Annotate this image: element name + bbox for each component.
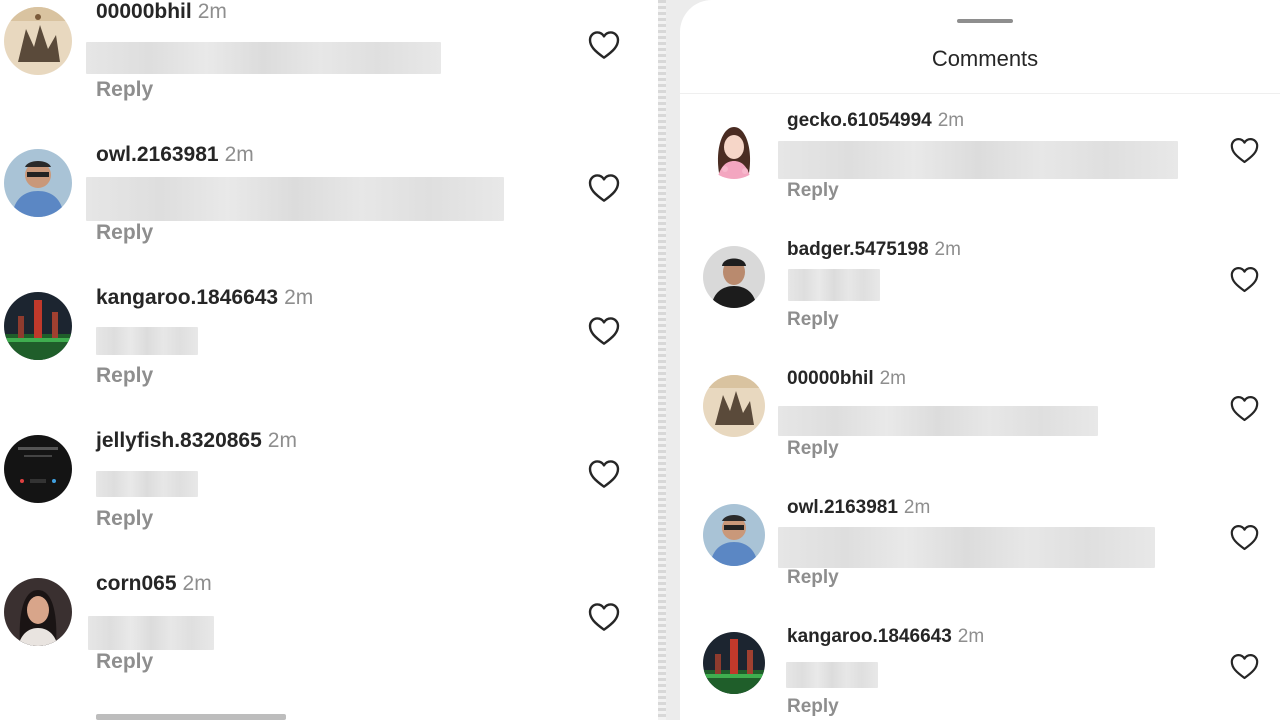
- sheet-drag-handle[interactable]: [957, 19, 1013, 23]
- comment-header: owl.2163981 2m: [96, 143, 254, 167]
- timestamp: 2m: [879, 368, 907, 389]
- username[interactable]: kangaroo.1846643: [96, 286, 278, 309]
- redacted-comment-text: [86, 42, 441, 74]
- comment-item: gecko.61054994 2m Reply: [680, 110, 1280, 239]
- dark-screen-avatar[interactable]: [4, 435, 72, 503]
- man-sunglasses-avatar[interactable]: [703, 504, 765, 566]
- username[interactable]: owl.2163981: [787, 497, 898, 518]
- comment-header: owl.2163981 2m: [787, 497, 930, 519]
- username[interactable]: gecko.61054994: [787, 110, 932, 131]
- comment-body: badger.5475198 2m: [787, 239, 961, 261]
- reply-button[interactable]: Reply: [96, 364, 153, 388]
- comment-body: kangaroo.1846643 2m: [96, 286, 313, 310]
- comment-item: kangaroo.1846643 2m Reply: [0, 286, 660, 426]
- anime-girl-avatar[interactable]: [703, 117, 765, 179]
- timestamp: 2m: [957, 626, 985, 647]
- redacted-comment-text: [96, 471, 198, 497]
- heart-outline-icon[interactable]: [588, 459, 620, 489]
- comment-header: jellyfish.8320865 2m: [96, 429, 297, 453]
- heart-outline-icon[interactable]: [588, 316, 620, 346]
- heart-outline-icon[interactable]: [588, 173, 620, 203]
- comment-body: corn065 2m: [96, 572, 212, 596]
- reply-button[interactable]: Reply: [787, 567, 839, 589]
- comment-header: corn065 2m: [96, 572, 212, 596]
- reply-button[interactable]: Reply: [787, 180, 839, 202]
- redacted-comment-text: [778, 141, 1178, 179]
- artwork-avatar[interactable]: [4, 7, 72, 75]
- comment-item-partial: [0, 712, 660, 720]
- woman-portrait-avatar[interactable]: [4, 578, 72, 646]
- redacted-comment-text: [86, 177, 504, 221]
- reply-button[interactable]: Reply: [96, 78, 153, 102]
- man-sunglasses-avatar[interactable]: [4, 149, 72, 217]
- redacted-comment-text: [778, 527, 1155, 568]
- comment-header: 00000bhil 2m: [96, 0, 227, 24]
- comment-header: kangaroo.1846643 2m: [96, 286, 313, 310]
- comments-list-left: 00000bhil2m Reply owl.21639812m Reply: [0, 0, 660, 720]
- redacted-comment-text: [96, 327, 198, 355]
- comment-header: kangaroo.1846643 2m: [787, 626, 984, 648]
- city-night-avatar[interactable]: [703, 632, 765, 694]
- divider: [680, 93, 1280, 94]
- comment-item: 00000bhil 2m Reply: [0, 0, 660, 140]
- timestamp: 2m: [197, 0, 227, 23]
- reply-button[interactable]: Reply: [96, 650, 153, 674]
- comment-body: kangaroo.1846643 2m: [787, 626, 984, 648]
- timestamp: 2m: [182, 572, 212, 595]
- city-night-avatar[interactable]: [4, 292, 72, 360]
- comment-item: owl.2163981 2m Reply: [680, 497, 1280, 626]
- username[interactable]: owl.2163981: [96, 143, 219, 166]
- timestamp: 2m: [224, 143, 254, 166]
- timestamp: 2m: [937, 110, 965, 131]
- comment-item: 00000bhil 2m Reply: [680, 368, 1280, 497]
- heart-outline-icon[interactable]: [1230, 395, 1259, 422]
- username[interactable]: kangaroo.1846643: [787, 626, 952, 647]
- heart-outline-icon[interactable]: [588, 30, 620, 60]
- heart-outline-icon[interactable]: [1230, 524, 1259, 551]
- reply-button[interactable]: Reply: [96, 221, 153, 245]
- timestamp: 2m: [934, 239, 961, 260]
- username[interactable]: 00000bhil: [96, 0, 192, 23]
- sheet-title: Comments: [931, 46, 1039, 71]
- redacted-comment-text: [778, 406, 1098, 436]
- username[interactable]: corn065: [96, 572, 177, 595]
- cut-off-username: [96, 714, 286, 720]
- reply-button[interactable]: Reply: [787, 309, 839, 331]
- comment-body: gecko.61054994 2m: [787, 110, 964, 132]
- screenshot-divider: [658, 0, 666, 720]
- heart-outline-icon[interactable]: [1230, 137, 1259, 164]
- comment-header: gecko.61054994 2m: [787, 110, 964, 132]
- heart-outline-icon[interactable]: [588, 602, 620, 632]
- timestamp: 2m: [284, 286, 314, 309]
- username[interactable]: badger.5475198: [787, 239, 929, 260]
- username[interactable]: 00000bhil: [787, 368, 874, 389]
- comments-sheet: Comments gecko.61054994 2m Reply badger.5…: [680, 0, 1280, 720]
- timestamp: 2m: [267, 429, 297, 452]
- redacted-comment-text: [786, 662, 878, 688]
- redacted-comment-text: [788, 269, 880, 301]
- comment-body: owl.2163981 2m: [787, 497, 930, 519]
- comment-body: 00000bhil 2m: [787, 368, 906, 390]
- reply-button[interactable]: Reply: [96, 507, 153, 531]
- man-portrait-avatar[interactable]: [703, 246, 765, 308]
- comment-item: owl.2163981 2m Reply: [0, 143, 660, 283]
- timestamp: 2m: [903, 497, 931, 518]
- heart-outline-icon[interactable]: [1230, 653, 1259, 680]
- reply-button[interactable]: Reply: [787, 696, 839, 718]
- comment-item: kangaroo.1846643 2m Reply: [680, 626, 1280, 720]
- reply-button[interactable]: Reply: [787, 438, 839, 460]
- comment-item: badger.5475198 2m Reply: [680, 239, 1280, 368]
- comment-item: jellyfish.8320865 2m Reply: [0, 429, 660, 569]
- comment-body: jellyfish.8320865 2m: [96, 429, 297, 453]
- comment-body: 00000bhil 2m: [96, 0, 227, 24]
- username[interactable]: jellyfish.8320865: [96, 429, 262, 452]
- artwork-avatar[interactable]: [703, 375, 765, 437]
- comment-header: 00000bhil 2m: [787, 368, 906, 390]
- comment-item: corn065 2m Reply: [0, 572, 660, 712]
- redacted-comment-text: [88, 616, 214, 650]
- heart-outline-icon[interactable]: [1230, 266, 1259, 293]
- comment-header: badger.5475198 2m: [787, 239, 961, 261]
- comment-body: owl.2163981 2m: [96, 143, 254, 167]
